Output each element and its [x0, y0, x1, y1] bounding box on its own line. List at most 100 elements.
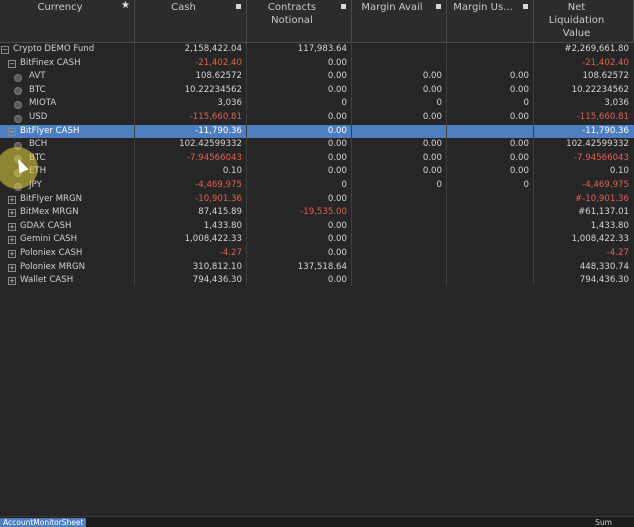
table-row[interactable]: JPY -4,469,975 0 0 0 -4,469,975 [0, 179, 634, 193]
column-divider [533, 43, 534, 286]
table-row[interactable]: + BitMex MRGN 87,415.89 -19,535.00 #61,137.0… [0, 206, 634, 220]
table-row[interactable]: BTC -7.94566043 0.00 0.00 0.00 -7.94566043 [0, 152, 634, 166]
expand-icon[interactable]: + [8, 263, 16, 272]
row-name: MIOTA [29, 98, 57, 109]
bullet-icon [14, 114, 22, 123]
cell-cash: -11,790.36 [195, 125, 242, 136]
table-row[interactable]: + BitFlyer MRGN -10,901.36 0.00 #-10,901.36 [0, 193, 634, 207]
cell-notional: -19,535.00 [300, 207, 347, 218]
collapse-icon[interactable]: − [1, 46, 9, 54]
column-divider [446, 43, 447, 286]
cell-margin-used [447, 261, 529, 275]
row-name: BitFinex CASH [20, 57, 81, 68]
row-name: BCH [29, 139, 48, 150]
cell-notional: 0.00 [327, 152, 347, 163]
cell-cash: 1,433.80 [203, 220, 242, 231]
table-row[interactable]: − BitFlyer CASH -11,790.36 0.00 -11,790.36 [0, 124, 634, 139]
cell-net-liq: 102.42599332 [566, 139, 629, 150]
cell-net-liq: 0.10 [609, 166, 629, 177]
table-row[interactable]: + Poloniex MRGN 310,812.10 137,518.64 448,33… [0, 261, 634, 275]
cell-margin-used [447, 233, 529, 247]
cell-margin-avail: 0 [436, 98, 442, 109]
cell-notional: 0.00 [327, 112, 347, 122]
cell-margin-used: 0.00 [509, 71, 529, 82]
collapse-icon[interactable]: − [8, 127, 16, 136]
cell-cash: -7.94566043 [186, 152, 242, 163]
cell-net-liq: -21,402.40 [582, 57, 629, 68]
column-header-label: Margin Avail [361, 2, 423, 13]
table-row[interactable]: + Gemini CASH 1,008,422.33 0.00 1,008,422.33 [0, 233, 634, 247]
cell-cash: 87,415.89 [198, 207, 242, 218]
cell-margin-avail: 0.00 [422, 71, 442, 82]
cell-cash: 10.22234562 [184, 84, 242, 95]
cell-notional: 0.00 [327, 220, 347, 231]
cell-notional: 0.00 [327, 234, 347, 245]
cell-net-liq: #61,137.01 [578, 207, 629, 218]
cell-margin-used: 0 [523, 180, 529, 190]
expand-icon[interactable]: + [8, 277, 16, 286]
cell-cash: 794,436.30 [192, 275, 242, 286]
column-menu-square-icon[interactable] [523, 4, 528, 9]
cell-margin-used [447, 220, 529, 234]
status-bar: AccountMonitorSheet Sum [0, 516, 634, 527]
cell-notional: 0.00 [327, 139, 347, 150]
cell-margin-used [447, 57, 529, 71]
column-header-cash[interactable]: Cash [135, 0, 247, 42]
table-row[interactable]: − BitFinex CASH -21,402.40 0.00 -21,402.40 [0, 57, 634, 71]
row-name: BitFlyer MRGN [20, 193, 83, 204]
cell-margin-avail [352, 57, 442, 71]
collapse-icon[interactable]: − [8, 59, 16, 68]
cell-margin-avail: 0.00 [422, 139, 442, 150]
cell-margin-avail [352, 261, 442, 275]
cell-notional: 0.00 [327, 71, 347, 82]
table-row[interactable]: + Wallet CASH 794,436.30 0.00 794,436.30 [0, 274, 634, 288]
cell-net-liq: -115,660.81 [576, 112, 629, 122]
cell-margin-avail [352, 125, 442, 139]
column-header-currency[interactable]: Currency ★ [0, 0, 135, 42]
table-row[interactable]: + Poloniex CASH -4.27 0.00 -4.27 [0, 247, 634, 261]
column-header-label: Currency [37, 2, 83, 13]
table-row[interactable]: + GDAX CASH 1,433.80 0.00 1,433.80 [0, 220, 634, 234]
cell-cash: -4,469,975 [195, 180, 242, 190]
table-row[interactable]: BTC 10.22234562 0.00 0.00 0.00 10.22234562 [0, 84, 634, 98]
table-row[interactable]: ETH0.100.000.000.000.10 [0, 165, 634, 179]
cell-cash: 2,158,422.04 [184, 44, 242, 54]
table-row[interactable]: MIOTA 3,036 0 0 0 3,036 [0, 97, 634, 111]
table-row[interactable]: AVT 108.62572 0.00 0.00 0.00 108.62572 [0, 70, 634, 84]
table-row[interactable]: − Crypto DEMO Fund 2,158,422.04 117,983.64 #… [0, 43, 634, 57]
row-name: GDAX CASH [20, 220, 72, 231]
cell-net-liq: -4.27 [606, 248, 629, 258]
cell-margin-avail: 0.00 [422, 84, 442, 95]
column-header-margin_used[interactable]: Margin Us... [447, 0, 534, 42]
column-header-bar: Currency ★ Cash Contracts Notional Margin Av… [0, 0, 634, 43]
expand-icon[interactable]: + [8, 195, 16, 204]
column-header-notional[interactable]: Contracts Notional [247, 0, 352, 42]
row-name: Gemini CASH [20, 234, 78, 245]
cell-net-liq: #-10,901.36 [574, 193, 629, 204]
expand-icon[interactable]: + [8, 250, 16, 258]
bullet-icon [14, 100, 22, 109]
cell-margin-used [447, 274, 529, 288]
column-header-margin_avail[interactable]: Margin Avail [352, 0, 447, 42]
column-divider [351, 43, 352, 286]
row-name: Poloniex MRGN [20, 261, 86, 272]
star-icon[interactable]: ★ [121, 0, 130, 11]
cell-margin-avail: 0.00 [422, 166, 442, 177]
table-row[interactable]: BCH 102.42599332 0.00 0.00 0.00 102.42599332 [0, 138, 634, 152]
expand-icon[interactable]: + [8, 222, 16, 231]
cell-cash: 1,008,422.33 [184, 234, 242, 245]
column-menu-square-icon[interactable] [436, 4, 441, 9]
table-row[interactable]: USD -115,660.81 0.00 0.00 0.00 -115,660.81 [0, 111, 634, 125]
column-menu-square-icon[interactable] [341, 4, 346, 9]
row-name: Crypto DEMO Fund [13, 44, 95, 54]
cell-net-liq: 3,036 [604, 98, 629, 109]
cell-margin-avail [352, 206, 442, 220]
expand-icon[interactable]: + [8, 209, 16, 218]
expand-icon[interactable]: + [8, 236, 16, 245]
cell-cash: -21,402.40 [195, 57, 242, 68]
column-header-net_liq[interactable]: Net Liquidation Value [534, 0, 634, 42]
column-header-label: Cash [171, 2, 196, 13]
cell-margin-avail [352, 43, 442, 57]
column-menu-square-icon[interactable] [236, 4, 241, 9]
cell-margin-used: 0.00 [509, 139, 529, 150]
